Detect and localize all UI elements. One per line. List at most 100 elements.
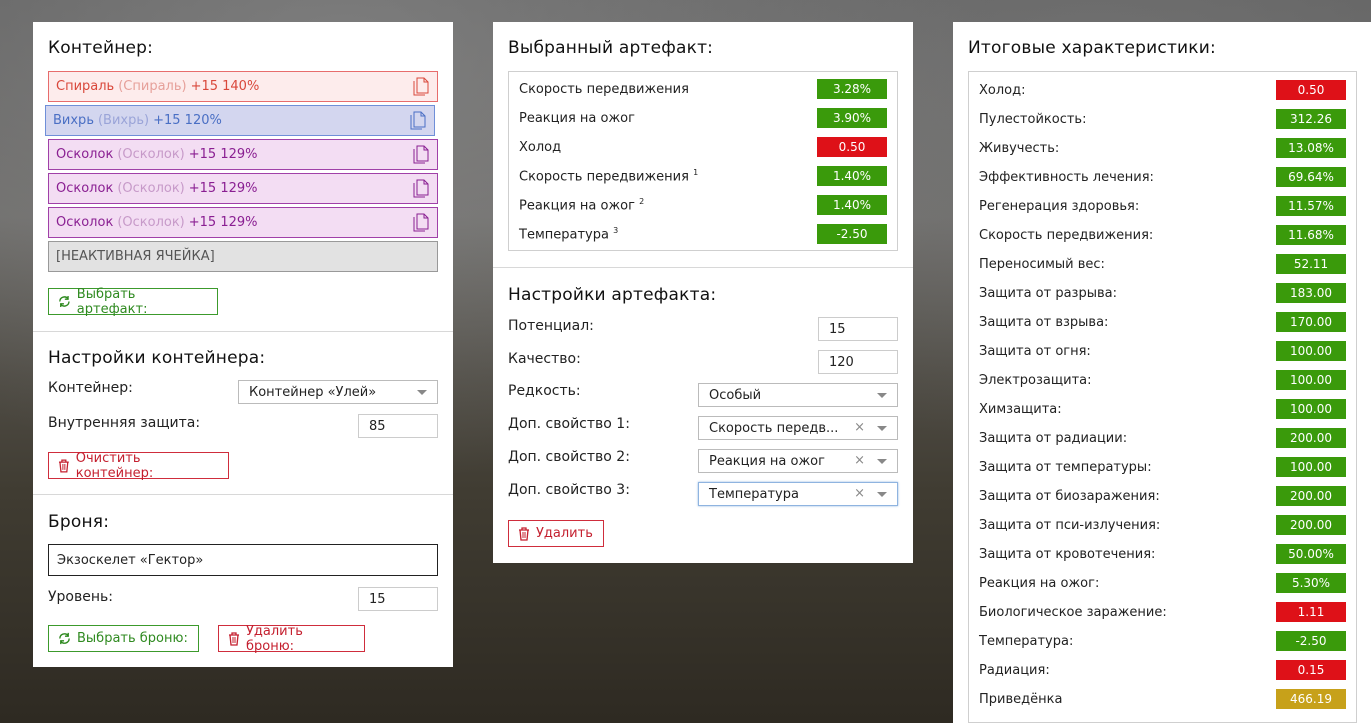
stat-value: 100.00 [1276, 370, 1346, 390]
chevron-down-icon [877, 459, 887, 464]
stat-value: 200.00 [1276, 515, 1346, 535]
choose-artifact-button[interactable]: Выбрать артефакт: [48, 286, 218, 317]
stat-value: 69.64% [1276, 167, 1346, 187]
container-slot-1[interactable]: Спираль (Спираль) +15 140% [48, 71, 438, 102]
slot-artifact-original: (Спираль) [118, 79, 187, 94]
totals-stat-row: Защита от взрыва: 170.00 [979, 312, 1346, 332]
inner-protection-input[interactable]: 85 [358, 414, 438, 438]
totals-stat-row: Скорость передвижения: 11.68% [979, 225, 1346, 245]
artifact-stat-row: Реакция на ожог 3.90% [519, 108, 887, 128]
delete-artifact-button[interactable]: Удалить [508, 520, 604, 547]
slot-artifact-level: +15 120% [153, 113, 222, 128]
refresh-icon [59, 296, 70, 307]
artifact-stat-row: Холод 0.50 [519, 137, 887, 157]
totals-stat-row: Химзащита: 100.00 [979, 399, 1346, 419]
container-slot-4[interactable]: Осколок (Осколок) +15 129% [48, 173, 438, 204]
totals-stat-row: Температура: -2.50 [979, 631, 1346, 651]
extra-property-1-select[interactable]: Скорость передв... × [698, 416, 898, 440]
choose-armor-button[interactable]: Выбрать броню: [48, 625, 199, 652]
totals-title: Итоговые характеристики: [968, 38, 1216, 58]
stat-label: Приведёнка [979, 691, 1063, 707]
container-slot-2[interactable]: Вихрь (Вихрь) +15 120% [45, 105, 435, 136]
trash-icon [519, 526, 529, 541]
stat-value: 0.50 [817, 137, 887, 157]
stat-value: -2.50 [817, 224, 887, 244]
container-type-label: Контейнер: [48, 380, 133, 396]
container-slot-5[interactable]: Осколок (Осколок) +15 129% [48, 207, 438, 238]
quality-label: Качество: [508, 351, 581, 367]
clear-icon[interactable]: × [854, 486, 865, 501]
container-type-select[interactable]: Контейнер «Улей» [238, 380, 438, 404]
container-slot-3[interactable]: Осколок (Осколок) +15 129% [48, 139, 438, 170]
slot-artifact-original: (Осколок) [117, 147, 185, 162]
stat-value: 0.15 [1276, 660, 1346, 680]
armor-level-input[interactable]: 15 [358, 587, 438, 611]
totals-stat-row: Защита от радиации: 200.00 [979, 428, 1346, 448]
stat-value: 50.00% [1276, 544, 1346, 564]
divider [33, 494, 453, 495]
stat-label: Реакция на ожог 2 [519, 196, 645, 214]
stat-value: -2.50 [1276, 631, 1346, 651]
quality-input[interactable]: 120 [818, 350, 898, 374]
copy-icon[interactable] [413, 77, 429, 96]
clear-container-button[interactable]: Очистить контейнер: [48, 450, 229, 481]
clear-icon[interactable]: × [854, 420, 865, 435]
stat-label: Живучесть: [979, 140, 1060, 156]
stat-value: 100.00 [1276, 457, 1346, 477]
clear-container-label: Очистить контейнер: [75, 450, 154, 481]
stat-label: Холод: [979, 82, 1026, 98]
stat-label: Защита от взрыва: [979, 314, 1109, 330]
totals-stat-row: Холод: 0.50 [979, 80, 1346, 100]
slot-artifact-level: +15 129% [188, 215, 258, 230]
stat-value: 200.00 [1276, 486, 1346, 506]
extra-property-3-value: Температура [709, 486, 799, 502]
stat-label: Скорость передвижения 1 [519, 167, 699, 185]
stat-label: Защита от разрыва: [979, 285, 1117, 301]
delete-armor-label: Удалить броню: [246, 623, 303, 654]
totals-stat-row: Пулестойкость: 312.26 [979, 109, 1346, 129]
totals-stat-row: Защита от температуры: 100.00 [979, 457, 1346, 477]
extra-property-3-select[interactable]: Температура × [698, 482, 898, 506]
stat-label: Защита от кровотечения: [979, 546, 1156, 562]
stat-label: Температура: [979, 633, 1074, 649]
extra-property-3-label: Доп. свойство 3: [508, 482, 630, 498]
stat-label: Реакция на ожог [519, 110, 635, 126]
artifact-stat-row: Скорость передвижения 1 1.40% [519, 166, 887, 186]
delete-armor-button[interactable]: Удалить броню: [218, 623, 365, 654]
totals-stat-row: Переносимый вес: 52.11 [979, 254, 1346, 274]
extra-property-2-select[interactable]: Реакция на ожог × [698, 449, 898, 473]
potential-input[interactable]: 15 [818, 317, 898, 341]
copy-icon[interactable] [413, 213, 429, 232]
slot-artifact-name: Осколок [56, 215, 114, 230]
copy-icon[interactable] [413, 145, 429, 164]
copy-icon[interactable] [413, 179, 429, 198]
stat-label: Защита от пси-излучения: [979, 517, 1161, 533]
armor-level-label: Уровень: [48, 589, 113, 605]
copy-icon[interactable] [410, 111, 426, 130]
totals-stat-row: Регенерация здоровья: 11.57% [979, 196, 1346, 216]
rarity-value: Особый [709, 387, 762, 403]
extra-property-1-label: Доп. свойство 1: [508, 416, 630, 432]
divider [33, 331, 453, 332]
totals-stat-row: Эффективность лечения: 69.64% [979, 167, 1346, 187]
artifact-stat-row: Температура 3 -2.50 [519, 224, 887, 244]
totals-panel: Итоговые характеристики: Холод: 0.50 Пулес… [953, 22, 1371, 723]
stat-value: 13.08% [1276, 138, 1346, 158]
totals-stats-table: Холод: 0.50 Пулестойкость: 312.26 Живучесть:… [968, 71, 1357, 723]
clear-icon[interactable]: × [854, 453, 865, 468]
stat-label: Реакция на ожог: [979, 575, 1100, 591]
stat-label: Температура 3 [519, 225, 619, 243]
stat-value: 170.00 [1276, 312, 1346, 332]
chevron-down-icon [877, 393, 887, 398]
choose-armor-label: Выбрать броню: [77, 631, 188, 646]
totals-stat-row: Биологическое заражение: 1.11 [979, 602, 1346, 622]
stat-label: Химзащита: [979, 401, 1062, 417]
rarity-select[interactable]: Особый [698, 383, 898, 407]
stat-label: Холод [519, 139, 562, 155]
choose-artifact-label: Выбрать артефакт: [76, 286, 148, 317]
armor-input[interactable]: Экзоскелет «Гектор» [48, 544, 438, 576]
stat-label: Пулестойкость: [979, 111, 1087, 127]
stat-value: 5.30% [1276, 573, 1346, 593]
stat-value: 0.50 [1276, 80, 1346, 100]
extra-property-2-label: Доп. свойство 2: [508, 449, 630, 465]
